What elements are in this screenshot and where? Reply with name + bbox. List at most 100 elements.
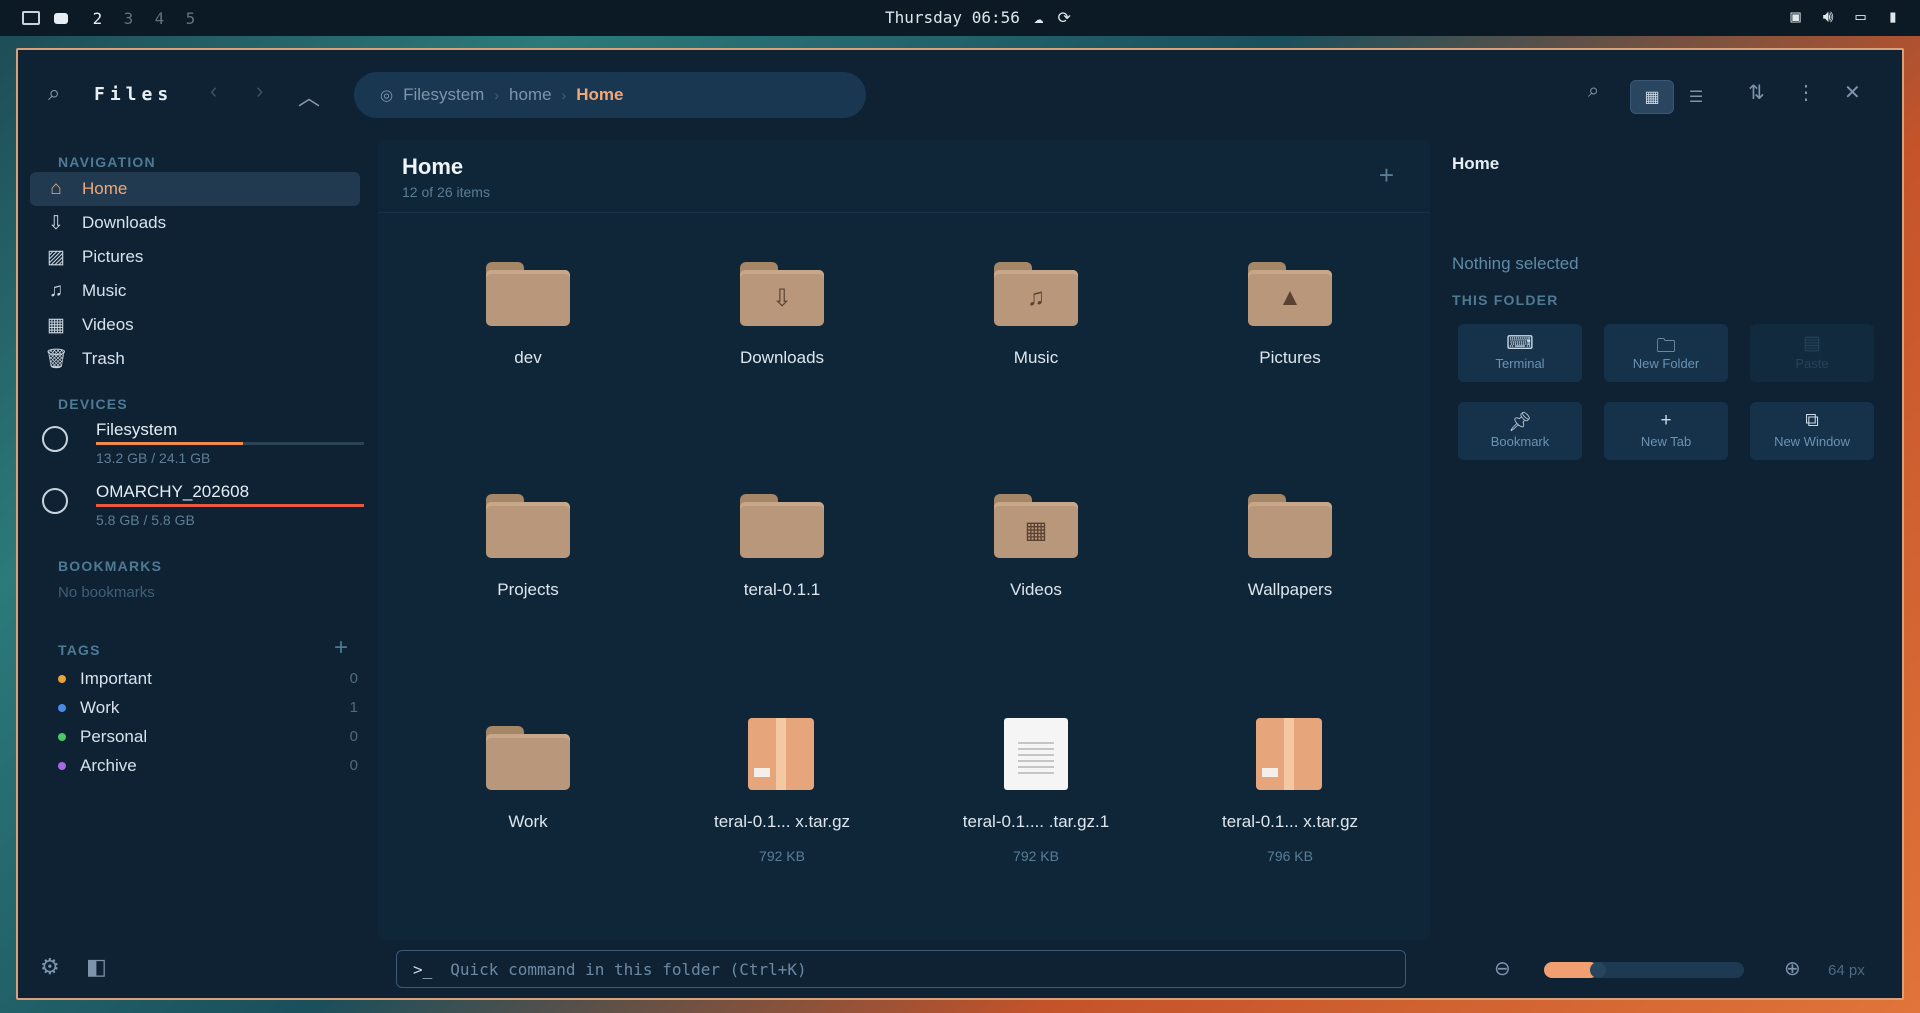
file-item-projects[interactable]: Projects [418,458,638,648]
device-usage-bar [96,442,364,445]
display-icon[interactable]: ▭ [1856,7,1866,27]
sidebar-toggle-icon[interactable]: ◧ [86,954,107,980]
file-item-archive-2[interactable]: teral-0.1.... .tar.gz.1 792 KB [926,690,1146,880]
navigation-title: NAVIGATION [58,154,156,170]
trash-icon: 🗑︎ [44,349,69,370]
bookmark-button[interactable]: 📌︎ Bookmark [1458,402,1582,460]
workspace-2[interactable]: 2 [82,9,113,28]
tag-dot [58,732,66,741]
settings-icon[interactable]: ⚙ [40,954,60,980]
sidebar-item-music[interactable]: ♫ Music [30,274,360,308]
file-item-videos[interactable]: ▦ Videos [926,458,1146,648]
tag-important[interactable]: Important 0 [30,664,378,693]
file-size: 792 KB [1013,848,1059,864]
pictures-folder-icon: ▲ [1248,262,1332,326]
folder-icon [1248,494,1332,558]
tags-title: TAGS [58,642,101,658]
more-menu-icon[interactable]: ⋮ [1796,80,1816,105]
tag-personal[interactable]: Personal 0 [30,722,378,751]
pin-icon: 📌︎ [1507,412,1533,433]
music-icon: ♫ [48,280,64,301]
device-size: 5.8 GB / 5.8 GB [96,512,195,528]
workspace-5[interactable]: 5 [175,9,206,28]
workspace-3[interactable]: 3 [113,9,144,28]
item-count: 12 of 26 items [402,184,490,200]
sidebar-item-downloads[interactable]: ⇩ Downloads [30,206,360,240]
paste-button[interactable]: ▤ Paste [1750,324,1874,382]
new-tab-button[interactable]: + New Tab [1604,402,1728,460]
add-tag-icon[interactable]: + [334,634,348,662]
divider [378,212,1430,213]
terminal-button[interactable]: ⌨ Terminal [1458,324,1582,382]
device-size: 13.2 GB / 24.1 GB [96,450,211,466]
breadcrumb-current[interactable]: Home [576,85,623,105]
file-label: teral-0.1... x.tar.gz [713,812,851,831]
file-item-wallpapers[interactable]: Wallpapers [1180,458,1400,648]
device-usb[interactable]: OMARCHY_202608 5.8 GB / 5.8 GB [30,482,378,544]
file-item-downloads[interactable]: ⇩ Downloads [672,226,892,416]
action-label: New Folder [1632,356,1700,371]
tag-work[interactable]: Work 1 [30,693,378,722]
file-label: Pictures [1259,348,1321,367]
sidebar-item-label: Music [82,281,127,300]
file-size: 792 KB [759,848,805,864]
terminal-icon: ⌨ [1506,333,1534,354]
file-item-archive-1[interactable]: teral-0.1... x.tar.gz 792 KB [672,690,892,880]
sidebar-item-trash[interactable]: 🗑︎ Trash [30,342,360,376]
search-button-icon[interactable]: ⌕ [1588,80,1599,103]
new-folder-button[interactable]: 🗀︎ New Folder [1604,324,1728,382]
volume-icon[interactable]: 🔊︎ [1823,7,1834,27]
file-item-dev[interactable]: dev [418,226,638,416]
battery-icon[interactable]: ▮ [1888,7,1898,27]
file-item-work[interactable]: Work [418,690,638,880]
sidebar-item-pictures[interactable]: ▨ Pictures [30,240,360,274]
device-usage-bar [96,504,364,507]
tag-archive[interactable]: Archive 0 [30,751,378,780]
quick-command-input[interactable]: >_ Quick command in this folder (Ctrl+K) [396,950,1406,988]
sort-icon[interactable]: ⇅ [1748,80,1765,105]
tag-label: Work [80,697,120,717]
file-item-pictures[interactable]: ▲ Pictures [1180,226,1400,416]
new-window-button[interactable]: ⧉ New Window [1750,402,1874,460]
back-icon[interactable]: ‹ [210,78,217,104]
folder-icon [740,494,824,558]
up-icon[interactable]: ︿ [298,80,320,112]
zoom-in-icon[interactable]: ⊕ [1784,956,1801,981]
tag-label: Archive [80,755,137,775]
file-item-teral-folder[interactable]: teral-0.1.1 [672,458,892,648]
workspace-1[interactable] [54,12,68,24]
file-size: 796 KB [1267,848,1313,864]
search-icon[interactable]: ⌕ [48,80,60,106]
zoom-out-icon[interactable]: ⊖ [1494,956,1511,981]
file-item-music[interactable]: ♫ Music [926,226,1146,416]
sidebar-item-videos[interactable]: ▦ Videos [30,308,360,342]
screenshot-icon[interactable]: ▣ [1791,7,1801,27]
clock[interactable]: Thursday 06:56 ☁ ⟳ [885,8,1071,27]
add-icon[interactable]: + [1379,160,1394,191]
sidebar-item-home[interactable]: ⌂ Home [30,172,360,206]
sidebar-item-label: Trash [82,349,125,368]
action-label: Paste [1795,356,1829,371]
disk-icon [42,426,68,452]
list-view-icon[interactable]: ☰ [1674,80,1718,114]
forward-icon[interactable]: › [256,78,263,104]
grid-view-icon[interactable]: ▦ [1630,80,1674,114]
zoom-slider-knob[interactable] [1590,962,1606,978]
zoom-slider[interactable] [1544,962,1744,978]
tag-count: 0 [349,757,358,774]
file-label: Work [508,812,548,831]
details-title: Home [1452,154,1500,173]
archive-icon [1256,718,1322,790]
archive-icon [748,718,814,790]
workspace-4[interactable]: 4 [144,9,175,28]
cloud-icon: ☁ [1033,8,1044,27]
file-item-archive-3[interactable]: teral-0.1... x.tar.gz 796 KB [1180,690,1400,880]
image-icon: ▨ [47,246,65,268]
breadcrumb-home[interactable]: home [509,85,552,105]
device-filesystem[interactable]: Filesystem 13.2 GB / 24.1 GB [30,420,378,482]
zoom-label: 64 px [1828,962,1865,979]
close-icon[interactable]: ✕ [1844,80,1861,105]
command-placeholder: Quick command in this folder (Ctrl+K) [450,959,807,979]
breadcrumb-filesystem[interactable]: Filesystem [403,85,484,105]
launcher-icon[interactable] [22,11,40,25]
